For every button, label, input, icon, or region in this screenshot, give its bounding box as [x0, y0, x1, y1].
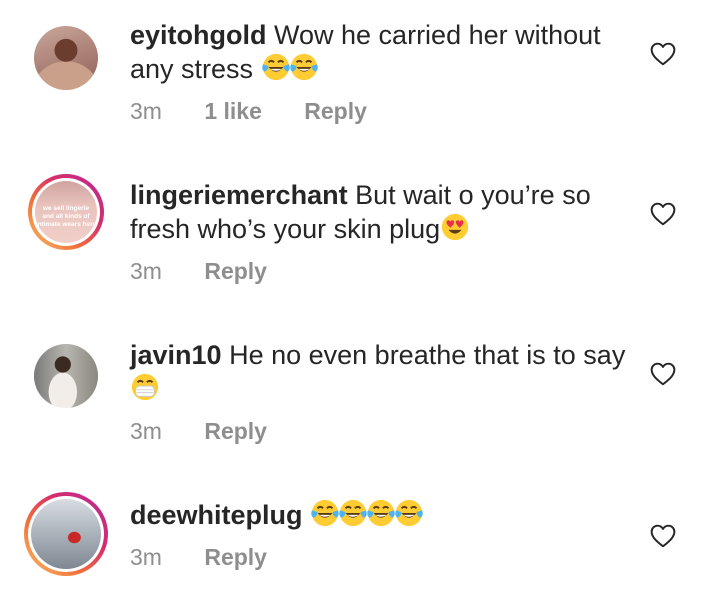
- like-count-link[interactable]: 1 like: [204, 98, 262, 124]
- comment-meta: 3m Reply: [130, 544, 303, 571]
- heart-icon[interactable]: [650, 42, 676, 66]
- avatar-photo: [34, 26, 98, 90]
- reply-button[interactable]: Reply: [304, 98, 367, 124]
- avatar-photo: [34, 344, 98, 408]
- face-with-tears-of-joy-icon: [261, 52, 291, 82]
- comment-meta: 3m 1 like Reply: [130, 98, 403, 125]
- face-with-tears-of-joy-icon: [366, 498, 396, 528]
- comment-text: javin10 He no even breathe that is to sa…: [130, 338, 630, 406]
- comment-username[interactable]: eyitohgold: [130, 20, 267, 50]
- avatar[interactable]: we sell lingerie and all kinds of intima…: [28, 174, 104, 250]
- comment-text: eyitohgold Wow he carried her without an…: [130, 18, 630, 86]
- face-with-tears-of-joy-icon: [338, 498, 368, 528]
- reply-button[interactable]: Reply: [204, 258, 267, 284]
- avatar[interactable]: [24, 492, 108, 576]
- comment-time: 3m: [130, 418, 162, 444]
- comment-username[interactable]: javin10: [130, 340, 222, 370]
- avatar-photo: [31, 499, 101, 569]
- heart-icon[interactable]: [650, 524, 676, 548]
- comment-meta: 3m Reply: [130, 258, 303, 285]
- avatar[interactable]: [28, 20, 104, 96]
- comment-username[interactable]: deewhiteplug: [130, 500, 303, 530]
- heart-icon[interactable]: [650, 362, 676, 386]
- comment-text: deewhiteplug: [130, 498, 630, 532]
- comment-time: 3m: [130, 544, 162, 570]
- comment-meta: 3m Reply: [130, 418, 303, 445]
- reply-button[interactable]: Reply: [204, 544, 267, 570]
- comment-username[interactable]: lingeriemerchant: [130, 180, 348, 210]
- avatar-caption-line: intimate wears here: [35, 221, 97, 228]
- reply-button[interactable]: Reply: [204, 418, 267, 444]
- heart-icon[interactable]: [650, 202, 676, 226]
- face-with-tears-of-joy-icon: [394, 498, 424, 528]
- smiling-face-with-heart-eyes-icon: [440, 212, 470, 242]
- face-with-tears-of-joy-icon: [310, 498, 340, 528]
- face-with-medical-mask-icon: [130, 372, 160, 402]
- comment-time: 3m: [130, 98, 162, 124]
- avatar-caption-line: we sell lingerie: [42, 205, 90, 212]
- avatar[interactable]: [28, 338, 104, 414]
- comment-time: 3m: [130, 258, 162, 284]
- avatar-photo: we sell lingerie and all kinds of intima…: [35, 181, 97, 243]
- face-with-tears-of-joy-icon: [289, 52, 319, 82]
- avatar-caption-line: and all kinds of: [42, 213, 90, 220]
- comment-body: He no even breathe that is to say: [229, 340, 626, 370]
- comment-text: lingeriemerchant But wait o you’re so fr…: [130, 178, 630, 246]
